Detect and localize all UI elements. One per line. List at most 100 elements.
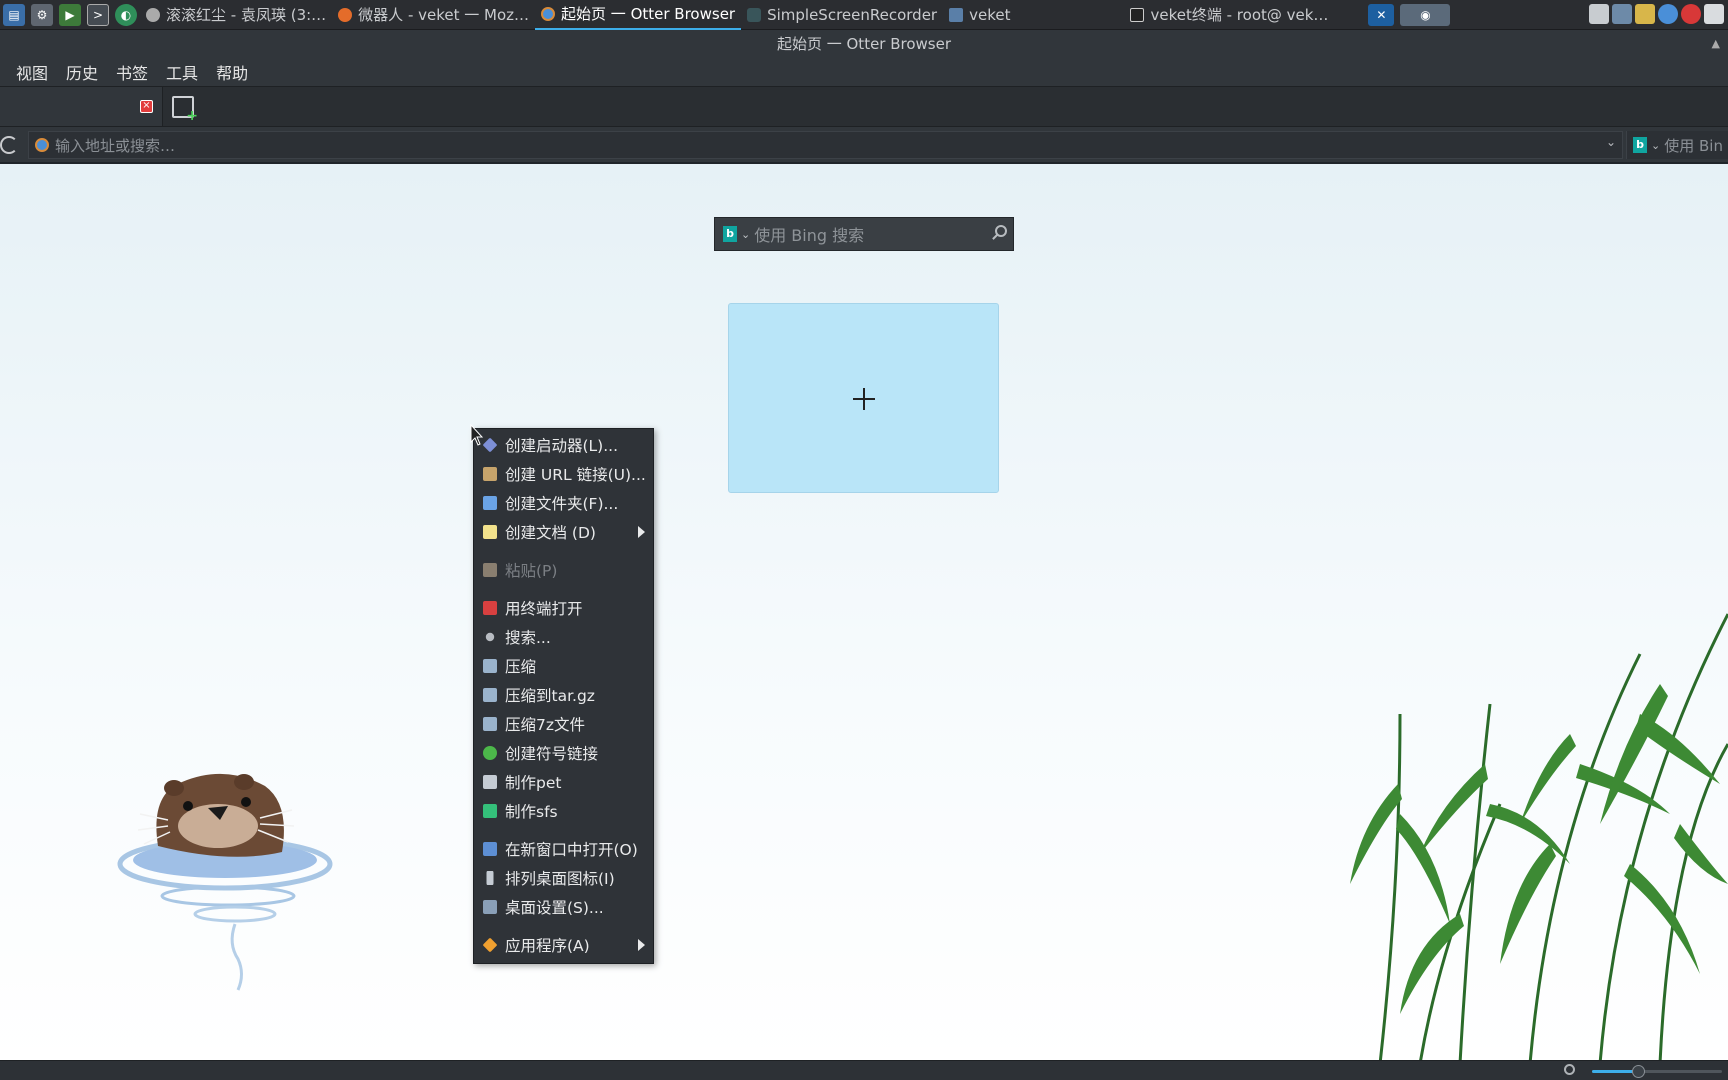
task-screen-recorder[interactable]: SimpleScreenRecorder: [741, 0, 943, 30]
firefox-icon: [338, 7, 353, 22]
menu-open-new-window[interactable]: 在新窗口中打开(O): [474, 835, 655, 863]
keep-above-icon[interactable]: ▲: [1712, 30, 1720, 58]
terminal-launcher-icon[interactable]: >: [87, 3, 109, 26]
menu-create-folder[interactable]: 创建文件夹(F)...: [474, 489, 655, 517]
new-tab-button[interactable]: [172, 96, 198, 124]
address-field[interactable]: 输入地址或搜索… ⌄: [28, 131, 1623, 159]
status-bar: [0, 1060, 1728, 1080]
tab-start-page[interactable]: ×: [0, 87, 163, 127]
menu-item-label: 用终端打开: [505, 600, 583, 618]
menu-tools[interactable]: 工具: [158, 60, 206, 84]
keyboard-icon[interactable]: [1704, 4, 1724, 24]
menu-search[interactable]: 搜索...: [474, 623, 655, 651]
globe-icon[interactable]: ◐: [115, 3, 137, 26]
menu-arrange-icons[interactable]: 排列桌面图标(I): [474, 864, 655, 892]
start-search-placeholder: 使用 Bing 搜索: [754, 226, 865, 245]
task-label: veket终端 - root@ vek…: [1150, 6, 1329, 24]
task-label: 微器人 - veket 一 Moz…: [358, 6, 530, 24]
window-titlebar[interactable]: 起始页 一 Otter Browser ▲: [0, 30, 1728, 58]
menu-applications[interactable]: 应用程序(A): [474, 931, 655, 959]
menu-desktop-settings[interactable]: 桌面设置(S)...: [474, 893, 655, 921]
menu-item-label: 压缩到tar.gz: [505, 687, 595, 705]
menu-create-symlink[interactable]: 创建符号链接: [474, 739, 655, 767]
otter-illustration: [117, 773, 333, 991]
archive-icon: [483, 688, 497, 702]
menu-item-label: 粘贴(P): [505, 562, 558, 580]
system-monitor-icon[interactable]: ▤: [3, 3, 25, 26]
plus-icon: [853, 388, 875, 410]
settings-icon[interactable]: ⚙: [31, 3, 53, 26]
zoom-slider-handle[interactable]: [1631, 1065, 1645, 1078]
terminal-icon: [483, 601, 497, 615]
menu-history[interactable]: 历史: [58, 60, 106, 84]
menu-open-in-terminal[interactable]: 用终端打开: [474, 594, 655, 622]
workspace-1-icon[interactable]: ✕: [1368, 3, 1395, 26]
task-terminal[interactable]: veket终端 - root@ vek…: [1124, 0, 1334, 30]
menu-make-pet[interactable]: 制作pet: [474, 768, 655, 796]
close-tab-icon[interactable]: ×: [140, 100, 153, 113]
menu-compress[interactable]: 压缩: [474, 652, 655, 680]
archive-icon: [483, 659, 497, 673]
address-placeholder: 输入地址或搜索…: [55, 136, 176, 155]
search-icon: [485, 632, 495, 642]
toolbar-search-field[interactable]: b ⌄ 使用 Bin: [1626, 131, 1728, 159]
menu-bookmarks[interactable]: 书签: [108, 60, 156, 84]
menu-create-document[interactable]: 创建文档 (D): [474, 518, 655, 546]
menu-item-label: 应用程序(A): [505, 937, 590, 955]
desktop-context-menu: 创建启动器(L)... 创建 URL 链接(U)... 创建文件夹(F)... …: [473, 428, 654, 964]
search-icon[interactable]: [995, 225, 1007, 237]
play-icon[interactable]: ▶: [59, 3, 81, 26]
browser-tray-icon[interactable]: [1658, 4, 1678, 24]
submenu-arrow-icon: [638, 939, 645, 951]
menu-paste: 粘贴(P): [474, 556, 655, 584]
task-firefox[interactable]: 微器人 - veket 一 Moz…: [332, 0, 535, 30]
task-file-manager[interactable]: veket: [943, 0, 1016, 30]
folder-icon: [949, 7, 964, 22]
chevron-down-icon[interactable]: ⌄: [1651, 139, 1660, 152]
start-page-search-field[interactable]: b ⌄ 使用 Bing 搜索: [714, 217, 1014, 251]
bing-icon[interactable]: b: [1633, 137, 1647, 153]
mouse-cursor-icon: [470, 424, 484, 446]
record-icon[interactable]: [1681, 4, 1701, 24]
reload-icon[interactable]: [0, 136, 18, 154]
menu-view[interactable]: 视图: [8, 60, 56, 84]
clipboard-icon[interactable]: [1589, 4, 1609, 24]
zoom-icon[interactable]: [1564, 1064, 1575, 1075]
archive-icon: [483, 717, 497, 731]
workspace-2-icon[interactable]: ◉: [1400, 3, 1451, 26]
paste-icon: [483, 563, 497, 577]
tab-bar: ×: [0, 86, 1728, 127]
menu-item-label: 创建文件夹(F)...: [505, 495, 619, 513]
zoom-slider-fill: [1592, 1070, 1638, 1073]
launcher-icon: [482, 437, 498, 453]
desktop-settings-icon: [483, 900, 497, 914]
menu-compress-targz[interactable]: 压缩到tar.gz: [474, 681, 655, 709]
music-icon: [146, 7, 160, 22]
task-music-player[interactable]: 滚滚红尘 - 袁凤瑛 (3:…: [140, 0, 332, 30]
menu-compress-7z[interactable]: 压缩7z文件: [474, 710, 655, 738]
start-page: b ⌄ 使用 Bing 搜索: [0, 164, 1728, 1060]
chevron-down-icon[interactable]: ⌄: [741, 228, 750, 241]
terminal-icon: [1130, 7, 1145, 22]
drive-icon[interactable]: [1635, 4, 1655, 24]
submenu-arrow-icon: [638, 526, 645, 538]
menu-make-sfs[interactable]: 制作sfs: [474, 797, 655, 825]
zoom-slider[interactable]: [1592, 1065, 1722, 1078]
speed-dial-add-tile[interactable]: [728, 303, 999, 493]
menu-item-label: 创建文档 (D): [505, 524, 596, 542]
menu-create-url-link[interactable]: 创建 URL 链接(U)...: [474, 460, 655, 488]
task-otter-browser[interactable]: 起始页 一 Otter Browser: [535, 0, 742, 30]
bing-icon[interactable]: b: [723, 226, 737, 242]
network-icon[interactable]: [1612, 4, 1632, 24]
sort-icon: [486, 871, 494, 885]
recorder-icon: [747, 7, 762, 22]
chevron-down-icon[interactable]: ⌄: [1606, 135, 1616, 149]
computer-icon: [483, 775, 497, 789]
menu-item-label: 创建符号链接: [505, 745, 599, 763]
menu-item-label: 在新窗口中打开(O): [505, 841, 638, 859]
menu-create-launcher[interactable]: 创建启动器(L)...: [474, 431, 655, 459]
address-toolbar: 输入地址或搜索… ⌄ b ⌄ 使用 Bin: [0, 126, 1728, 164]
menu-item-label: 制作pet: [505, 774, 562, 792]
menu-help[interactable]: 帮助: [208, 60, 256, 84]
folder-icon: [483, 496, 497, 510]
